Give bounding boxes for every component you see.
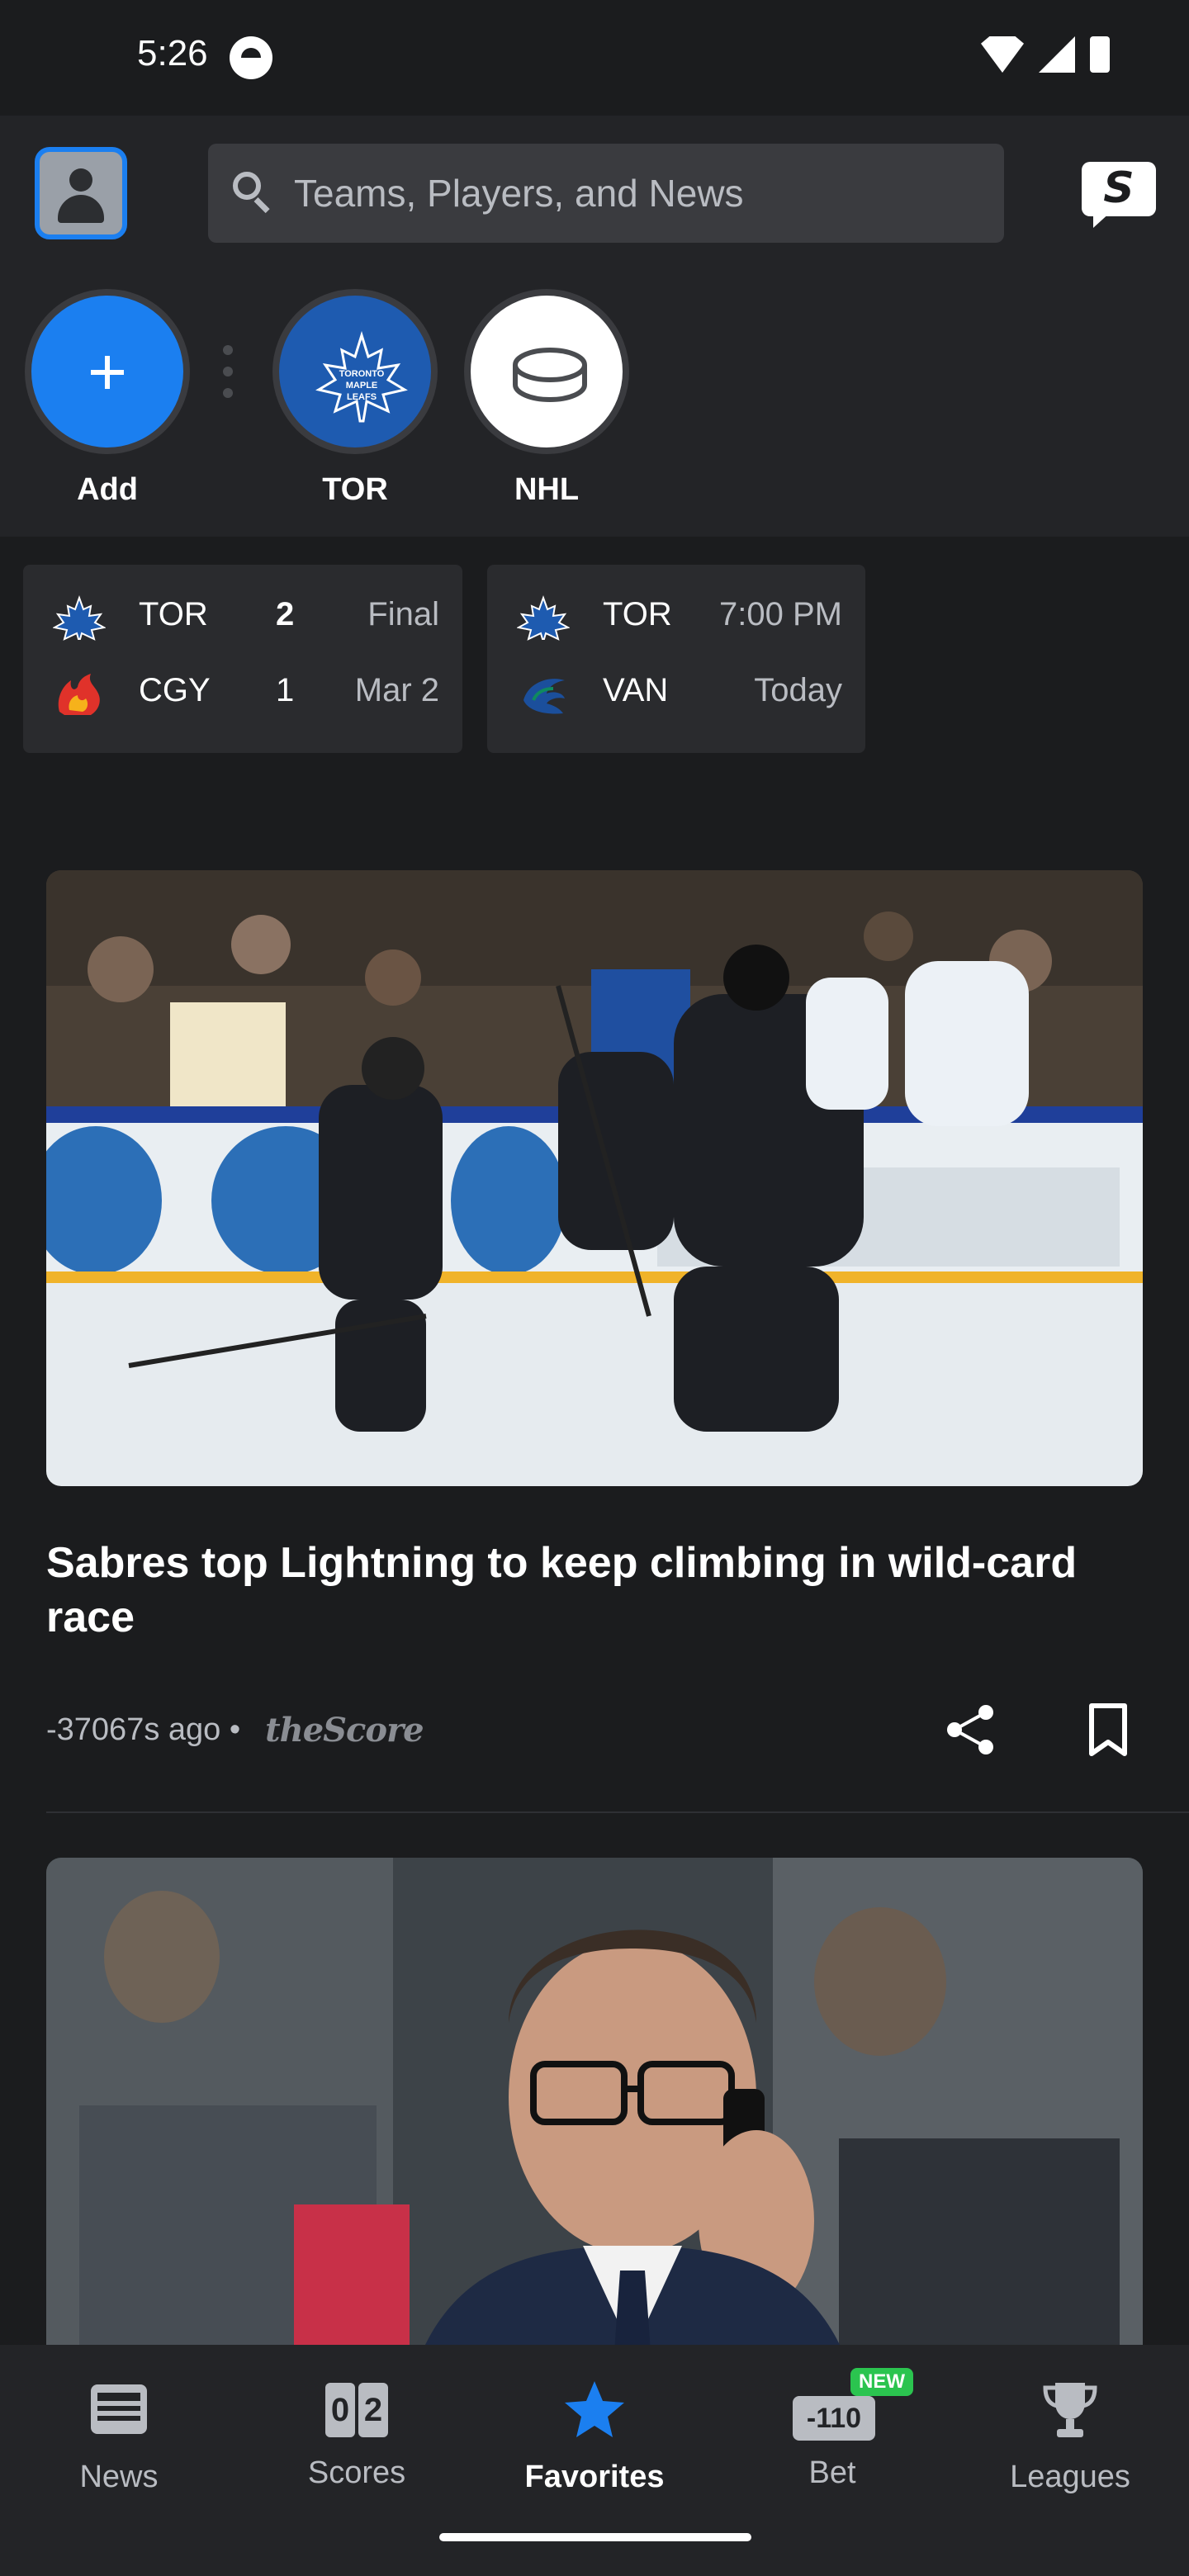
favorite-nhl[interactable]: NHL — [464, 289, 629, 508]
plus-icon — [25, 289, 190, 454]
person-icon-body — [58, 195, 104, 223]
flames-logo — [58, 674, 100, 715]
nav-label: Favorites — [524, 2460, 665, 2494]
game-status: Final — [367, 596, 439, 632]
maple-leafs-logo: TORONTO MAPLE LEAFS — [272, 289, 438, 454]
game-date: Mar 2 — [354, 672, 439, 708]
favorite-label: Add — [77, 472, 138, 507]
nav-label: News — [79, 2460, 159, 2494]
maple-leafs-logo — [517, 595, 570, 641]
nav-leagues[interactable]: Leagues — [951, 2378, 1189, 2495]
scores-carousel: TOR 2 Final CGY 1 Mar 2 TOR 7:00 PM VAN … — [0, 537, 1189, 809]
bottom-navigation: News 0 2 Scores Favorites -110 NEW Bet L… — [0, 2345, 1189, 2576]
drag-handle-icon[interactable] — [223, 345, 234, 398]
favorites-row: Add TORONTO MAPLE LEAFS TOR NHL — [0, 289, 1189, 507]
bookmark-icon[interactable] — [1083, 1701, 1133, 1759]
story-image[interactable] — [46, 1858, 1143, 2345]
nav-news[interactable]: News — [0, 2378, 238, 2495]
story-meta: -37067s ago • theScore — [46, 1711, 424, 1750]
search-icon — [233, 172, 270, 214]
wifi-icon — [981, 36, 1024, 73]
share-icon[interactable] — [941, 1701, 999, 1759]
app-header: S Add TORONTO MAPLE LEAFS TOR — [0, 116, 1189, 537]
story-time: -37067s ago • — [46, 1712, 241, 1747]
svg-text:TORONTO: TORONTO — [339, 369, 385, 379]
svg-text:LEAFS: LEAFS — [347, 392, 377, 402]
sync-icon — [230, 36, 272, 79]
team-abbr: CGY — [139, 672, 211, 708]
canucks-logo — [523, 679, 565, 714]
team-abbr: VAN — [603, 672, 669, 708]
team-abbr: TOR — [603, 596, 672, 632]
story-image[interactable] — [46, 870, 1143, 1486]
home-indicator[interactable] — [439, 2533, 751, 2541]
game-team-row: CGY 1 Mar 2 — [23, 652, 462, 727]
status-time: 5:26 — [137, 33, 208, 73]
team-score: 2 — [276, 596, 295, 632]
story-divider — [46, 1811, 1189, 1813]
search-bar[interactable] — [208, 144, 1004, 243]
status-bar: 5:26 — [0, 0, 1189, 116]
game-time: 7:00 PM — [719, 596, 842, 632]
nav-bet[interactable]: -110 NEW Bet — [713, 2368, 951, 2491]
battery-icon — [1090, 36, 1110, 73]
bet-icon: -110 NEW — [793, 2368, 913, 2441]
game-team-row: TOR 7:00 PM — [487, 576, 865, 651]
hockey-celebration-photo — [46, 870, 1143, 1486]
svg-text:MAPLE: MAPLE — [346, 381, 378, 391]
favorite-label: NHL — [514, 472, 580, 507]
new-badge: NEW — [850, 2368, 913, 2396]
news-icon — [91, 2384, 147, 2434]
news-feed: Sabres top Lightning to keep climbing in… — [0, 809, 1189, 2345]
executive-on-phone-photo — [46, 1858, 1143, 2345]
search-input[interactable] — [294, 144, 971, 243]
game-team-row: TOR 2 Final — [23, 576, 462, 651]
nav-label: Bet — [808, 2455, 856, 2490]
nav-label: Scores — [307, 2455, 406, 2490]
scores-icon: 0 2 — [324, 2378, 390, 2441]
nav-label: Leagues — [1010, 2460, 1130, 2494]
favorite-add[interactable]: Add — [25, 289, 190, 508]
star-icon — [565, 2381, 624, 2437]
maple-leafs-logo — [53, 595, 106, 641]
team-score: 1 — [276, 672, 295, 708]
trophy-icon — [1043, 2383, 1097, 2437]
favorite-tor[interactable]: TORONTO MAPLE LEAFS TOR — [272, 289, 438, 508]
cell-signal-icon — [1039, 36, 1075, 73]
team-abbr: TOR — [139, 596, 208, 632]
nav-favorites[interactable]: Favorites — [476, 2378, 713, 2495]
person-icon-head — [69, 168, 92, 192]
favorite-label: TOR — [322, 472, 388, 507]
game-team-row: VAN Today — [487, 652, 865, 727]
puck-icon — [464, 289, 629, 454]
thescore-logo: theScore — [265, 1711, 424, 1750]
game-date: Today — [754, 672, 842, 708]
status-icons — [981, 36, 1110, 73]
nav-scores[interactable]: 0 2 Scores — [238, 2378, 476, 2491]
game-card[interactable]: TOR 2 Final CGY 1 Mar 2 — [23, 565, 462, 753]
game-card[interactable]: TOR 7:00 PM VAN Today — [487, 565, 865, 753]
thescore-chat-icon[interactable]: S — [1082, 162, 1156, 228]
profile-button[interactable] — [35, 147, 127, 239]
story-headline[interactable]: Sabres top Lightning to keep climbing in… — [46, 1536, 1143, 1645]
